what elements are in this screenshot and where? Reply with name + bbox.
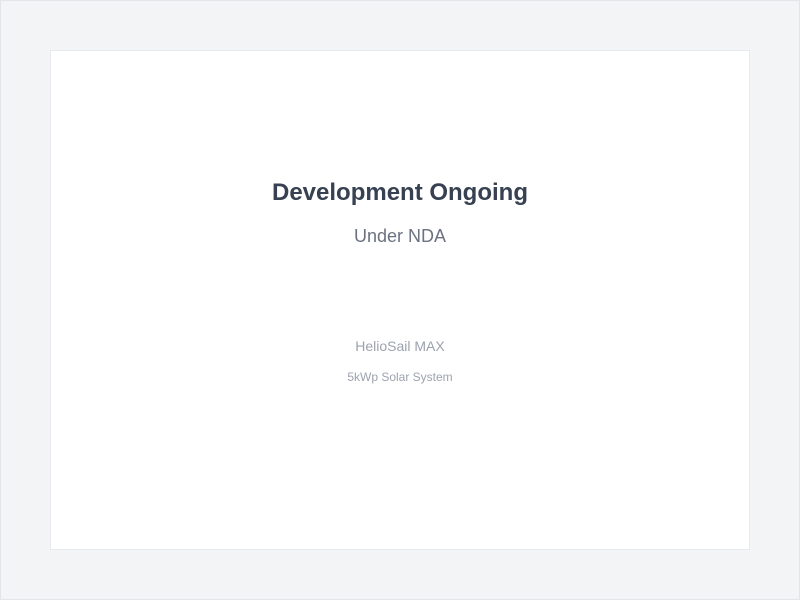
placeholder-card: Development Ongoing Under NDA HelioSail … — [50, 50, 750, 550]
product-name: HelioSail MAX — [355, 338, 445, 354]
product-spec: 5kWp Solar System — [347, 370, 453, 384]
status-headline: Development Ongoing — [271, 179, 528, 206]
status-subheadline: Under NDA — [353, 226, 447, 246]
